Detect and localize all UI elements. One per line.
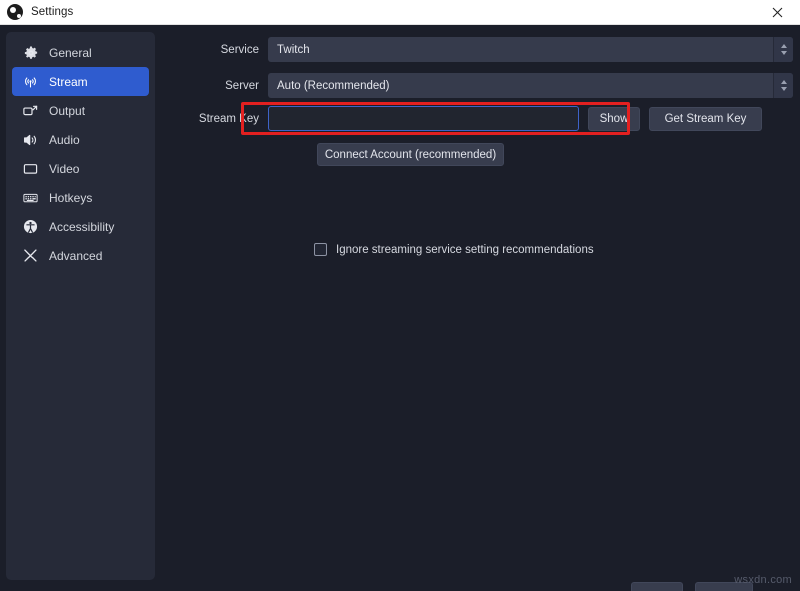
sidebar-item-label: Audio	[49, 132, 80, 147]
settings-sidebar: General Stream Output Audio Video Hotkey…	[6, 32, 155, 580]
sidebar-item-label: Stream	[49, 74, 88, 89]
sidebar-item-hotkeys[interactable]: Hotkeys	[12, 183, 149, 212]
watermark: wsxdn.com	[734, 574, 792, 586]
accessibility-icon	[22, 218, 39, 235]
ignore-recommendations-label: Ignore streaming service setting recomme…	[336, 243, 594, 256]
sidebar-item-general[interactable]: General	[12, 38, 149, 67]
chevron-updown-icon[interactable]	[773, 73, 793, 98]
service-value: Twitch	[277, 43, 310, 56]
sidebar-item-label: Accessibility	[49, 219, 115, 234]
keyboard-icon	[22, 189, 39, 206]
sidebar-item-audio[interactable]: Audio	[12, 125, 149, 154]
output-screen-icon	[22, 102, 39, 119]
service-row: Service Twitch	[163, 37, 793, 62]
close-icon[interactable]	[755, 0, 800, 25]
stream-key-row: Stream Key Show Get Stream Key	[163, 106, 762, 131]
service-dropdown[interactable]: Twitch	[268, 37, 793, 62]
sidebar-item-accessibility[interactable]: Accessibility	[12, 212, 149, 241]
sidebar-item-output[interactable]: Output	[12, 96, 149, 125]
connect-account-button[interactable]: Connect Account (recommended)	[317, 143, 504, 166]
sidebar-item-label: Advanced	[49, 248, 103, 263]
server-dropdown[interactable]: Auto (Recommended)	[268, 73, 793, 98]
gear-icon	[22, 44, 39, 61]
sidebar-item-video[interactable]: Video	[12, 154, 149, 183]
sidebar-item-label: Hotkeys	[49, 190, 93, 205]
ignore-recommendations-row[interactable]: Ignore streaming service setting recomme…	[314, 243, 594, 256]
sidebar-item-advanced[interactable]: Advanced	[12, 241, 149, 270]
broadcast-icon	[22, 73, 39, 90]
server-label: Server	[225, 79, 259, 92]
sidebar-item-stream[interactable]: Stream	[12, 67, 149, 96]
stream-key-label: Stream Key	[198, 112, 259, 125]
stream-key-input[interactable]	[268, 106, 579, 131]
monitor-icon	[22, 160, 39, 177]
stream-settings-panel: Service Twitch Server Auto (Recommended)	[163, 32, 793, 580]
sidebar-item-label: Output	[49, 103, 86, 118]
sidebar-item-label: General	[49, 45, 92, 60]
speaker-icon	[22, 131, 39, 148]
show-button[interactable]: Show	[588, 106, 640, 131]
server-value: Auto (Recommended)	[277, 79, 390, 92]
sidebar-item-label: Video	[49, 161, 80, 176]
obs-logo-icon	[7, 4, 23, 20]
window-title: Settings	[31, 6, 74, 18]
server-row: Server Auto (Recommended)	[163, 73, 793, 98]
tools-icon	[22, 247, 39, 264]
title-bar: Settings	[0, 0, 800, 25]
get-stream-key-button[interactable]: Get Stream Key	[649, 106, 762, 131]
ignore-recommendations-checkbox[interactable]	[314, 243, 327, 256]
chevron-updown-icon[interactable]	[773, 37, 793, 62]
settings-window: Settings General Stream Output Audio Vid…	[0, 0, 800, 591]
service-label: Service	[220, 43, 259, 56]
dialog-button-left[interactable]	[631, 582, 683, 591]
